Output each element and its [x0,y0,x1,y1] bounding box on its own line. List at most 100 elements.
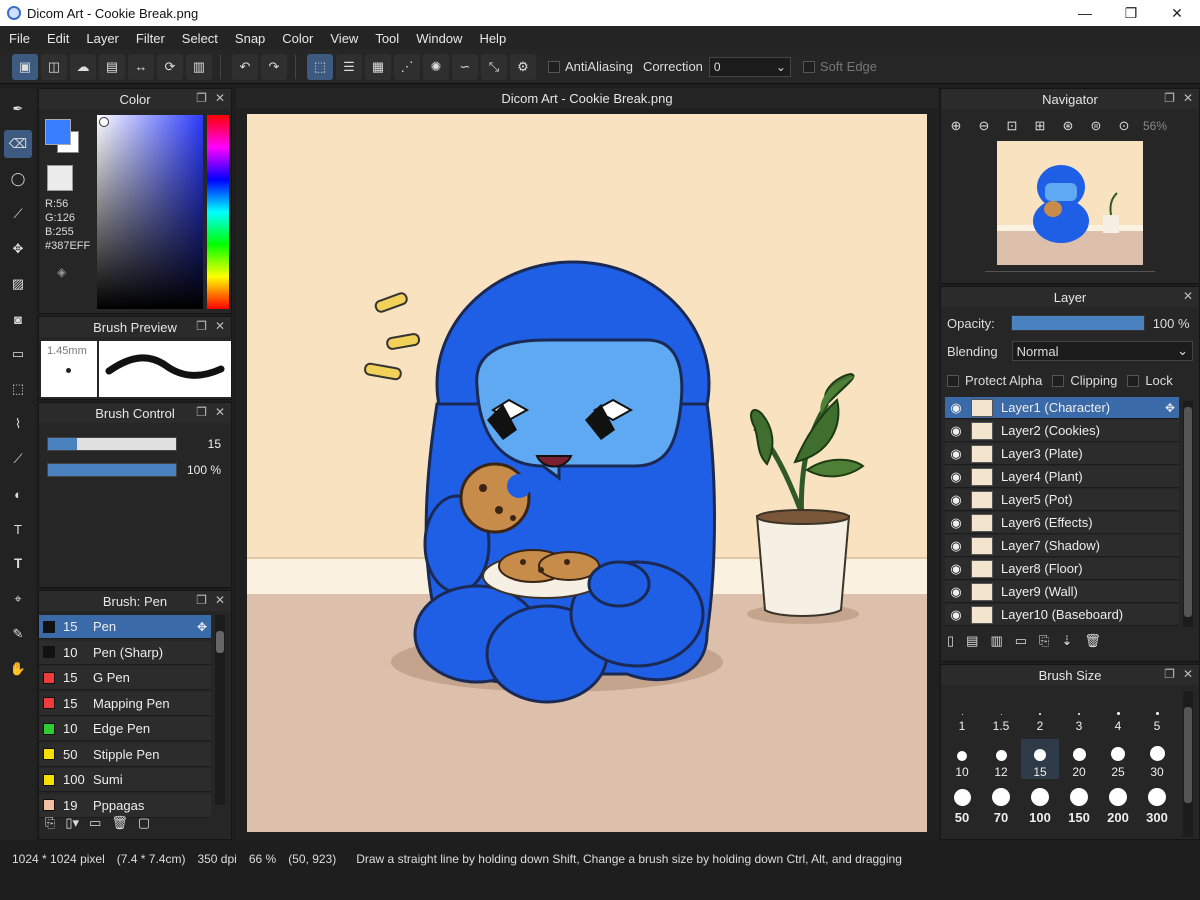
layer-row[interactable]: ◉ Layer5 (Pot) [945,489,1179,511]
brush-size-option[interactable]: 3 [1060,693,1098,733]
blur-tool-icon[interactable]: ◐ [4,480,32,508]
eye-icon[interactable]: ◉ [945,423,967,439]
delete-brush-icon[interactable]: 🗑 [111,815,128,831]
brush-size-option[interactable]: 4 [1099,693,1137,733]
scroll-thumb[interactable] [1184,407,1192,617]
minimize-button[interactable]: — [1062,0,1108,26]
eye-icon[interactable]: ◉ [945,492,967,508]
primary-color-swatch[interactable] [45,119,71,145]
menu-help[interactable]: Help [470,31,514,46]
menu-edit[interactable]: Edit [38,31,77,46]
rotate-view-icon[interactable]: ⊛ [1057,115,1079,137]
new-layer-1bit-icon[interactable]: ▥ [990,633,1002,649]
brush-size-option[interactable]: 200 [1099,785,1137,825]
layer-settings-icon[interactable]: ✥ [1165,401,1175,415]
float-panel-icon[interactable]: ❐ [196,319,207,333]
brush-size-option[interactable]: 5 [1138,693,1176,733]
merge-layer-icon[interactable]: ⇣ [1061,633,1072,649]
perspective-icon[interactable]: ⋰ [394,53,420,80]
layer-row[interactable]: ◉ Layer6 (Effects) [945,512,1179,534]
maximize-button[interactable]: ❐ [1108,0,1154,26]
zoom-out-icon[interactable]: ⊖ [973,115,995,137]
brush-size-option[interactable]: 30 [1138,739,1176,779]
brush-size-option[interactable]: 20 [1060,739,1098,779]
layer-row[interactable]: ◉ Layer2 (Cookies) [945,420,1179,442]
close-panel-icon[interactable]: ✕ [1183,289,1193,303]
pen-tool-icon[interactable]: ✒ [4,95,32,123]
brush-size-option[interactable]: 300 [1138,785,1176,825]
brush-opacity-slider[interactable] [47,463,177,477]
settings-gear-icon[interactable]: ⚙ [510,53,536,80]
save-icon[interactable]: ▤ [99,53,125,80]
move-tool-icon[interactable]: ✥ [4,235,32,263]
transparent-color-swatch[interactable] [47,165,73,191]
brush-list-item[interactable]: 100 Sumi [39,768,211,792]
brush-size-option[interactable]: 10 [943,739,981,779]
drawing-canvas[interactable] [247,114,927,832]
brush-settings-icon[interactable]: ✥ [197,620,207,634]
menu-window[interactable]: Window [407,31,470,46]
menu-view[interactable]: View [321,31,366,46]
float-panel-icon[interactable]: ❐ [1164,667,1175,681]
blending-select[interactable]: Normal ⌄ [1011,341,1193,361]
folder-icon[interactable]: ▭ [89,815,101,831]
curve-icon[interactable]: ∽ [452,53,478,80]
new-brush-icon[interactable]: ▯▾ [65,815,79,831]
eye-icon[interactable]: ◉ [945,400,967,416]
saturation-value-picker[interactable] [97,115,203,309]
menu-filter[interactable]: Filter [127,31,173,46]
brush-settings-icon[interactable]: ▢ [138,815,150,831]
eyedropper-tool-icon[interactable]: ⌖ [4,585,32,613]
brush-size-option[interactable]: 25 [1099,739,1137,779]
lasso-tool-icon[interactable]: ◯ [4,165,32,193]
select-all-icon[interactable]: ⬚ [307,53,333,80]
eye-icon[interactable]: ◉ [945,469,967,485]
export-icon[interactable]: ▥ [186,53,212,80]
eye-icon[interactable]: ◉ [945,515,967,531]
brush-size-option[interactable]: 2 [1021,693,1059,733]
copy-brush-icon[interactable]: ⎘ [45,815,55,831]
bucket-tool-icon[interactable]: ▨ [4,270,32,298]
brush-size-option[interactable]: 70 [982,785,1020,825]
float-panel-icon[interactable]: ❐ [196,91,207,105]
select-rect-tool-icon[interactable]: ⬚ [4,375,32,403]
layer-opacity-slider[interactable] [1010,315,1145,331]
text-tool-icon[interactable]: T [4,515,32,543]
eraser-tool-icon[interactable]: ⌫ [4,130,32,158]
clipping-checkbox[interactable] [1052,374,1065,387]
close-panel-icon[interactable]: ✕ [1183,667,1193,681]
transform-icon[interactable]: ⤡ [481,53,507,80]
redo-icon[interactable]: ↷ [261,53,287,80]
float-panel-icon[interactable]: ❐ [196,593,207,607]
brush-size-option[interactable]: 12 [982,739,1020,779]
soft-edge-checkbox[interactable] [802,60,815,73]
fit-view-icon[interactable]: ⊡ [1001,115,1023,137]
hue-slider[interactable] [207,115,229,309]
brush-size-option[interactable]: 15 [1021,739,1059,779]
close-panel-icon[interactable]: ✕ [215,593,225,607]
brush-size-option[interactable]: 1 [943,693,981,733]
eye-icon[interactable]: ◉ [945,561,967,577]
canvas-size-icon[interactable]: ↔ [128,53,154,80]
brush-size-option[interactable]: 100 [1021,785,1059,825]
brush-size-option[interactable]: 1.5 [982,693,1020,733]
scroll-thumb[interactable] [1184,707,1192,803]
radial-icon[interactable]: ✺ [423,53,449,80]
layer-row[interactable]: ◉ Layer10 (Baseboard) [945,604,1179,626]
eye-icon[interactable]: ◉ [945,607,967,623]
brush-list-item[interactable]: 15 Mapping Pen [39,691,211,716]
select-lasso-tool-icon[interactable]: ⌇ [4,410,32,438]
navigator-zoom-slider[interactable] [985,271,1155,277]
brush-size-scrollbar[interactable] [1183,691,1193,837]
navigator-thumbnail[interactable] [997,141,1143,265]
layer-row[interactable]: ◉ Layer7 (Shadow) [945,535,1179,557]
new-canvas-icon[interactable]: ▣ [12,53,38,80]
new-layer-icon[interactable]: ▯ [947,633,954,649]
close-panel-icon[interactable]: ✕ [215,91,225,105]
eye-icon[interactable]: ◉ [945,584,967,600]
float-panel-icon[interactable]: ❐ [196,405,207,419]
brush-list-item[interactable]: 15 Pen ✥ [39,615,211,639]
menu-color[interactable]: Color [273,31,321,46]
layer-list-scrollbar[interactable] [1183,401,1193,627]
fill-tool-icon[interactable]: ◙ [4,305,32,333]
